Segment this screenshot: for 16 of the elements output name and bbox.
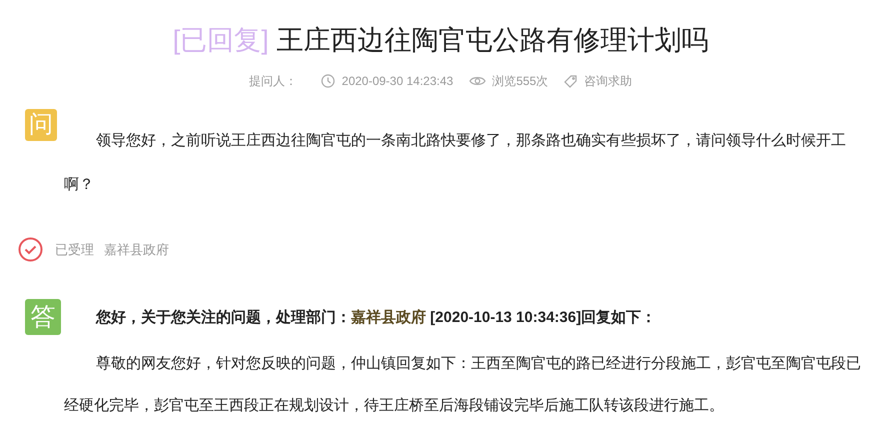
view-count: 浏览555次 [492, 73, 548, 90]
asker-label: 提问人： [248, 73, 297, 90]
clock-icon [320, 74, 335, 88]
answer-text: 尊敬的网友您好，针对您反映的问题，仲山镇回复如下：王西至陶官屯的路已经进行分段施工，彭官屯至陶官屯段已经硬化完毕，彭官屯至王西段正在规划设计，待王庄桥至后海段铺设完毕后施工队转该段进行施工。 [64, 354, 862, 416]
category-label: 咨询求助 [584, 73, 632, 90]
tag-icon [564, 74, 578, 88]
page-title: 王庄西边往陶官屯公路有修理计划吗 [276, 25, 708, 55]
status-label: 已受理 [55, 240, 94, 259]
department-name: 嘉祥县政府 [104, 240, 169, 259]
answer-badge: 答 [25, 299, 61, 335]
status-tag: [已回复] [172, 25, 269, 55]
eye-icon [469, 75, 486, 87]
question-badge: 问 [25, 109, 57, 141]
post-time: 2020-09-30 14:23:43 [342, 73, 454, 90]
answer-heading: 您好，关于您关注的问题，处理部门：嘉祥县政府 [2020-10-13 10:34:36]回复如下： [96, 308, 656, 328]
question-text: 领导您好，之前听说王庄西边往陶官屯的一条南北路快要修了，那条路也确实有些损坏了，请问领导什么时候开工啊？ [64, 131, 847, 195]
